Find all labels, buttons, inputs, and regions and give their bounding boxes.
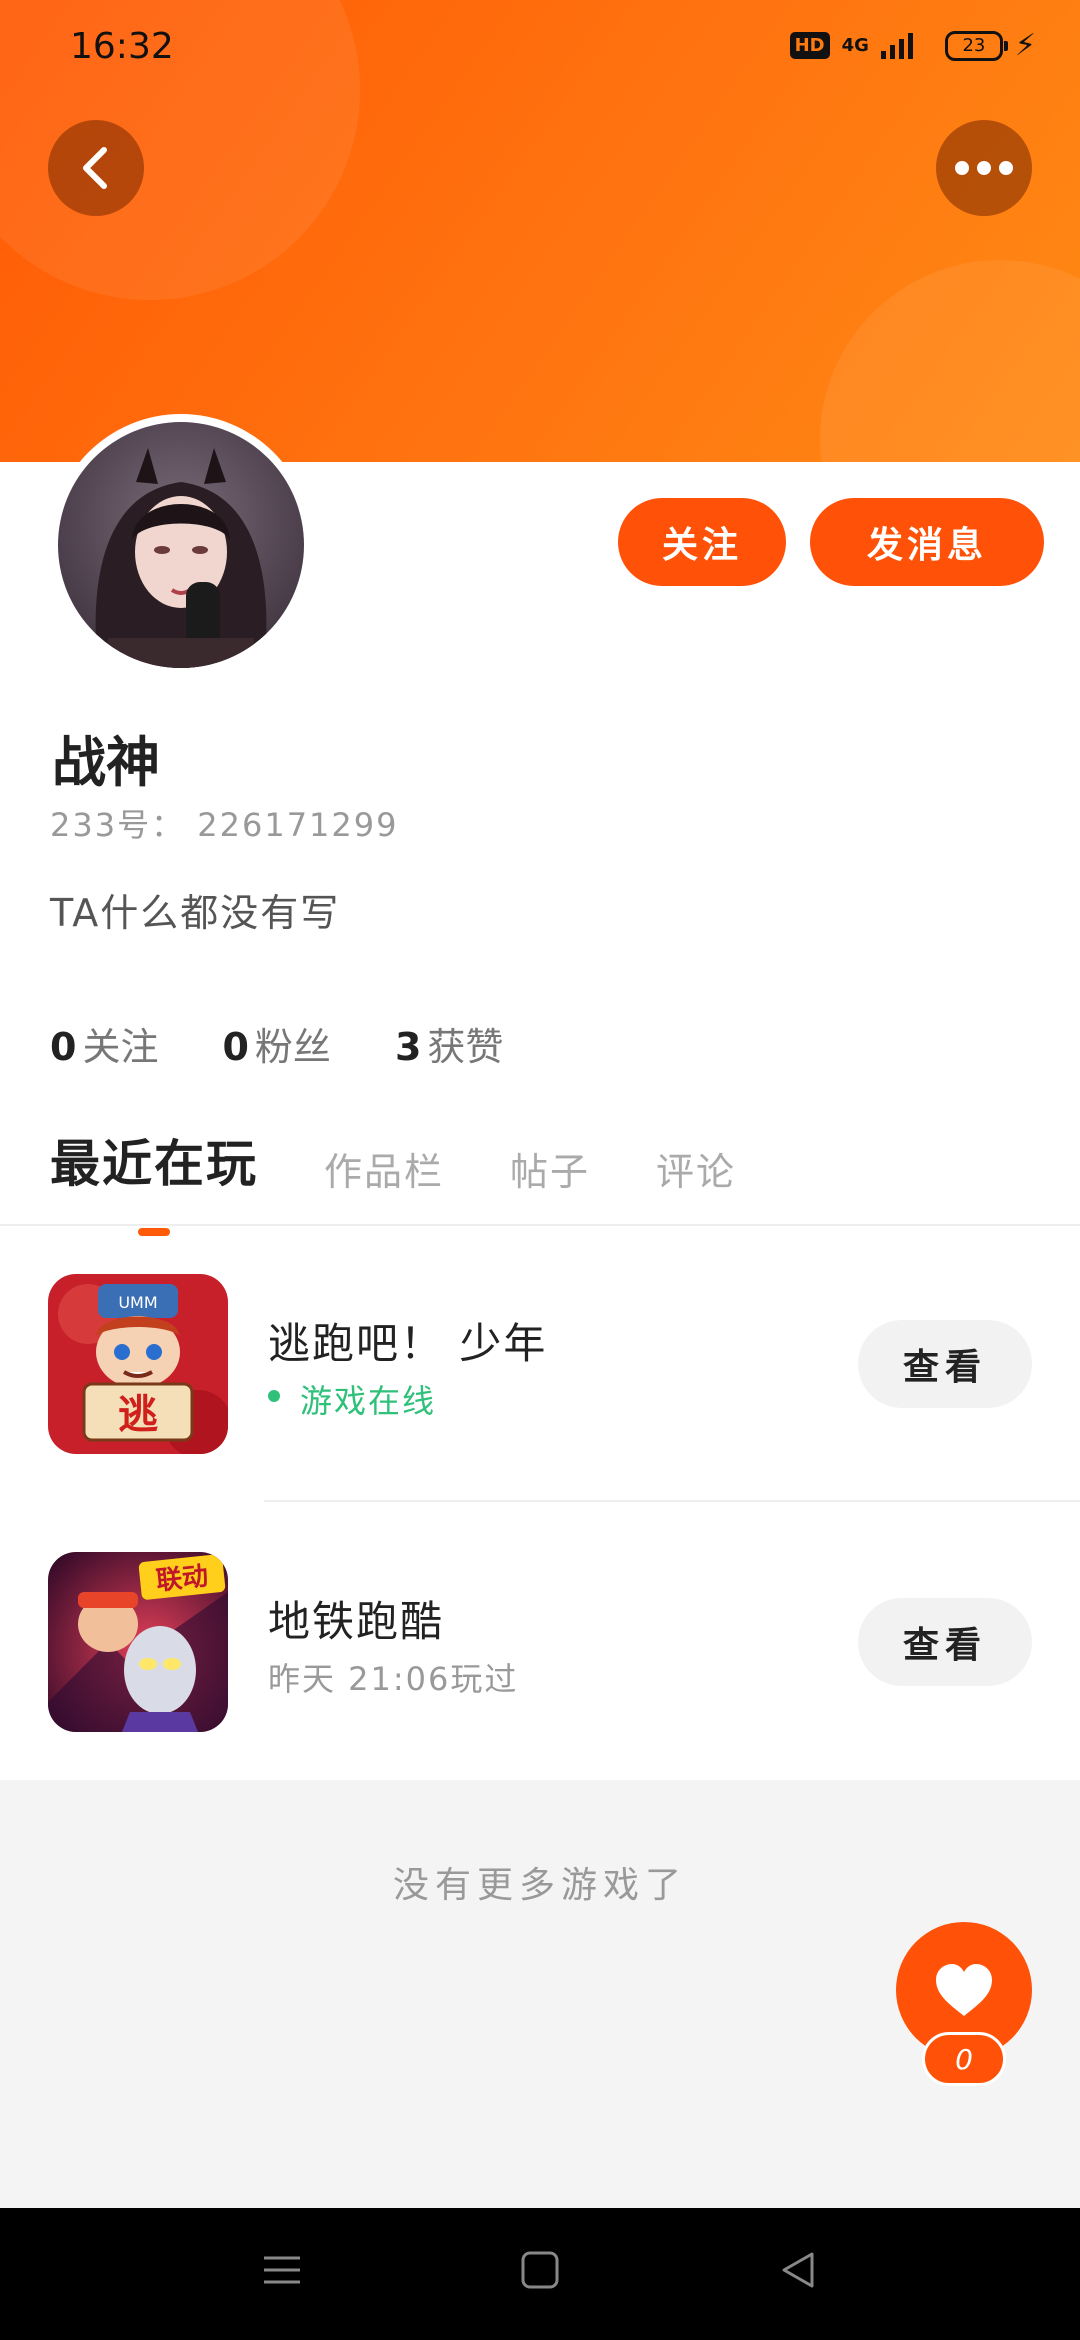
game-title: 逃跑吧！ 少年 bbox=[268, 1319, 548, 1368]
user-name: 战神 bbox=[52, 731, 160, 794]
back-nav-icon[interactable] bbox=[778, 2250, 818, 2290]
chevron-left-icon bbox=[83, 147, 107, 189]
list-item[interactable]: 联动 地铁跑酷 昨天 21:06玩过 查看 bbox=[0, 1552, 1080, 1732]
stat-following[interactable]: 0 关注 bbox=[50, 1016, 158, 1071]
game-last-played: 昨天 21:06玩过 bbox=[268, 1660, 519, 1698]
view-game-button[interactable]: 查看 bbox=[858, 1320, 1032, 1408]
list-item[interactable]: UMM 逃 逃跑吧！ 少年 游戏在线 查看 bbox=[0, 1274, 1080, 1454]
profile-tabs: 最近在玩 作品栏 帖子 评论 bbox=[50, 1124, 736, 1236]
stat-likes[interactable]: 3 获赞 bbox=[395, 1016, 503, 1071]
game-icon-badge: UMM bbox=[118, 1293, 157, 1312]
avatar-image bbox=[58, 422, 304, 668]
tab-works[interactable]: 作品栏 bbox=[324, 1141, 444, 1196]
signal-icon bbox=[880, 32, 913, 59]
status-bar: 16:32 HD 4G 23 ⚡ bbox=[0, 22, 1080, 72]
game-status: 游戏在线 bbox=[268, 1376, 436, 1422]
game-icon-label: 逃 bbox=[118, 1392, 158, 1438]
user-id: 233号： 226171299 bbox=[50, 806, 399, 844]
stat-label: 关注 bbox=[82, 1025, 159, 1069]
battery-icon: 23 bbox=[944, 30, 1008, 61]
tabs-divider bbox=[0, 1224, 1080, 1226]
hd-icon: HD bbox=[789, 32, 830, 59]
stat-value: 0 bbox=[50, 1025, 77, 1069]
stat-label: 获赞 bbox=[427, 1025, 504, 1069]
stat-value: 0 bbox=[222, 1025, 249, 1069]
avatar[interactable] bbox=[50, 414, 312, 676]
system-navigation-bar bbox=[0, 2208, 1080, 2340]
like-count-badge: 0 bbox=[922, 2032, 1006, 2086]
game-icon: UMM 逃 bbox=[48, 1274, 228, 1454]
user-bio: TA什么都没有写 bbox=[50, 891, 341, 935]
battery-level: 23 bbox=[962, 34, 986, 56]
more-options-button[interactable] bbox=[936, 120, 1032, 216]
stat-label: 粉丝 bbox=[254, 1025, 331, 1069]
menu-icon[interactable] bbox=[262, 2250, 302, 2290]
heart-icon bbox=[936, 1964, 992, 2016]
follow-button[interactable]: 关注 bbox=[618, 498, 786, 586]
stat-fans[interactable]: 0 粉丝 bbox=[222, 1016, 330, 1071]
tab-posts[interactable]: 帖子 bbox=[510, 1141, 590, 1196]
no-more-games-text: 没有更多游戏了 bbox=[392, 1865, 687, 1906]
back-button[interactable] bbox=[48, 120, 144, 216]
status-time: 16:32 bbox=[70, 26, 174, 67]
game-icon-label: 联动 bbox=[155, 1561, 210, 1596]
charging-icon: ⚡ bbox=[1014, 28, 1036, 63]
stat-value: 3 bbox=[394, 1025, 422, 1069]
send-message-button[interactable]: 发消息 bbox=[810, 498, 1044, 586]
tab-comments[interactable]: 评论 bbox=[656, 1141, 736, 1196]
game-title: 地铁跑酷 bbox=[268, 1597, 445, 1646]
home-icon[interactable] bbox=[520, 2250, 560, 2290]
list-divider bbox=[264, 1500, 1080, 1502]
view-game-button[interactable]: 查看 bbox=[858, 1598, 1032, 1686]
network-type: 4G bbox=[841, 34, 869, 56]
tab-recently-played[interactable]: 最近在玩 bbox=[50, 1124, 258, 1236]
profile-header-banner: 16:32 HD 4G 23 ⚡ bbox=[0, 0, 1080, 462]
game-icon: 联动 bbox=[48, 1552, 228, 1732]
more-dots-icon bbox=[955, 161, 1013, 175]
profile-stats: 0 关注 0 粉丝 3 获赞 bbox=[50, 1016, 503, 1071]
